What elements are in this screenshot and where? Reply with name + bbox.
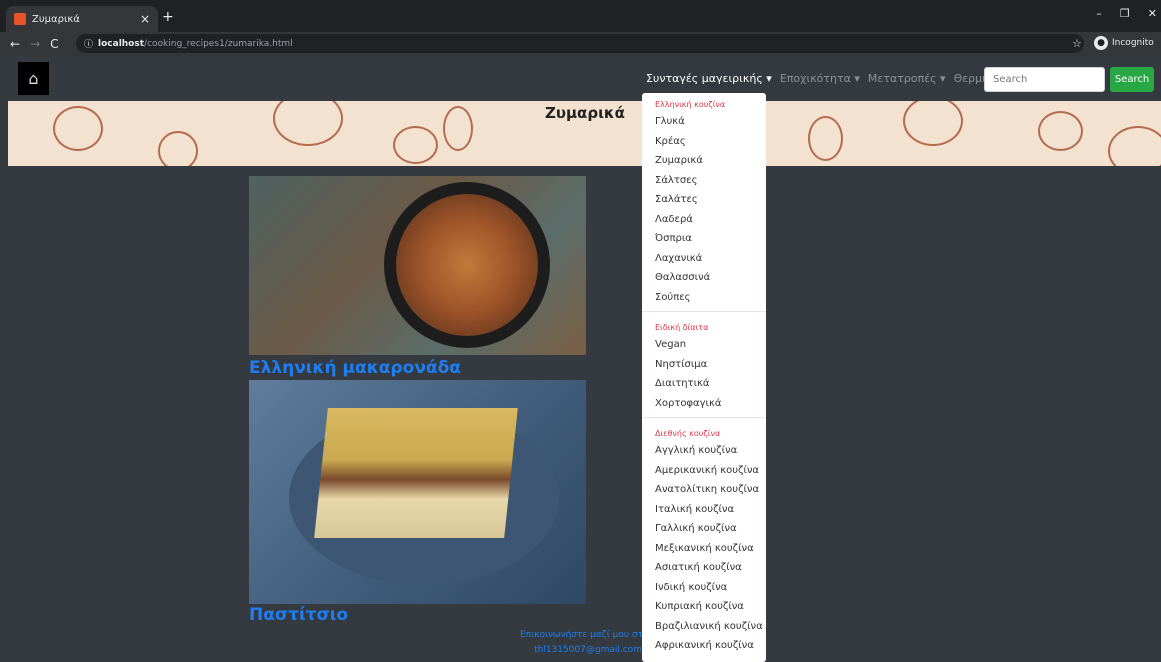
url-host: localhost [98, 38, 145, 49]
dropdown-item[interactable]: Σούπες [642, 288, 766, 308]
footer-text: Επικοινωνήστε μαζί μου στ [520, 630, 642, 640]
dropdown-item[interactable]: Γλυκά [642, 112, 766, 132]
incognito-icon: ● [1094, 36, 1108, 50]
page-title: Ζυμαρικά [545, 104, 625, 122]
dropdown-item[interactable]: Ζυμαρικά [642, 151, 766, 171]
dropdown-item[interactable]: Διαιτητικά [642, 374, 766, 394]
dropdown-item[interactable]: Αφρικανική κουζίνα [642, 636, 766, 656]
recipes-dropdown-menu: Ελληνική κουζίνα Γλυκά Κρέας Ζυμαρικά Σά… [642, 93, 766, 662]
dropdown-item[interactable]: Βραζιλιανική κουζίνα [642, 617, 766, 637]
favicon-icon [14, 13, 26, 25]
dropdown-header: Διεθνής κουζίνα [655, 429, 721, 438]
url-field[interactable]: ⓘ localhost /cooking_recipes1/zumarika.h… [76, 34, 1084, 53]
back-icon[interactable]: ← [10, 37, 20, 51]
dropdown-item[interactable]: Κυπριακή κουζίνα [642, 597, 766, 617]
close-window-button[interactable]: ✕ [1148, 7, 1157, 20]
home-icon[interactable]: ⌂ [18, 62, 49, 95]
dropdown-item[interactable]: Αμερικανική κουζίνα [642, 461, 766, 481]
dropdown-item[interactable]: Σαλάτες [642, 190, 766, 210]
dropdown-item[interactable]: Κρέας [642, 132, 766, 152]
dropdown-item[interactable]: Ανατολίτικη κουζίνα [642, 480, 766, 500]
banner-illustration [1108, 126, 1161, 166]
dropdown-item[interactable]: Όσπρια [642, 229, 766, 249]
search-input[interactable] [984, 67, 1105, 92]
dropdown-item[interactable]: Γαλλική κουζίνα [642, 519, 766, 539]
footer-email[interactable]: thl1315007@gmail.com [520, 643, 642, 658]
nav-recipes[interactable]: Συνταγές μαγειρικής ▾ [646, 72, 772, 85]
minimize-button[interactable]: – [1096, 7, 1102, 20]
dropdown-item[interactable]: Αγγλική κουζίνα [642, 441, 766, 461]
tab-bar: Ζυμαρικά × + – ❐ ✕ [0, 0, 1161, 32]
info-icon: ⓘ [84, 40, 94, 50]
banner-illustration [443, 106, 473, 151]
dropdown-item[interactable]: Χορτοφαγικά [642, 394, 766, 414]
dropdown-item[interactable]: Vegan [642, 335, 766, 355]
dropdown-item[interactable]: Λαδερά [642, 210, 766, 230]
bookmark-star-icon[interactable]: ☆ [1072, 37, 1082, 50]
banner-illustration [1038, 111, 1083, 151]
dropdown-header: Ελληνική κουζίνα [655, 100, 726, 109]
banner-illustration [53, 106, 103, 151]
page: ⌂ Συνταγές μαγειρικής ▾ Εποχικότητα ▾ Με… [0, 56, 1161, 662]
banner-illustration [903, 101, 963, 146]
close-tab-icon[interactable]: × [140, 12, 150, 26]
banner-illustration [273, 101, 343, 146]
tab-title: Ζυμαρικά [32, 13, 80, 25]
new-tab-button[interactable]: + [162, 9, 174, 25]
recipe-image-makaronada[interactable] [249, 176, 586, 355]
dropdown-header: Ειδική δίαιτα [655, 323, 709, 332]
browser-chrome: Ζυμαρικά × + – ❐ ✕ ← → C ⓘ localhost /co… [0, 0, 1161, 56]
dropdown-item[interactable]: Σάλτσες [642, 171, 766, 191]
recipe-link[interactable]: Παστίτσιο [249, 605, 348, 622]
pasta [396, 194, 538, 336]
incognito-label: Incognito [1112, 38, 1154, 48]
nav-conversions[interactable]: Μετατροπές ▾ [868, 72, 946, 85]
dropdown-item[interactable]: Μεξικανική κουζίνα [642, 539, 766, 559]
reload-icon[interactable]: C [50, 37, 58, 51]
footer-contact: Επικοινωνήστε μαζί μου στ thl1315007@gma… [520, 628, 642, 658]
incognito-badge[interactable]: ● Incognito [1094, 36, 1154, 50]
recipe-link[interactable]: Ελληνική μακαρονάδα [249, 358, 461, 378]
restore-button[interactable]: ❐ [1120, 7, 1130, 20]
pastitsio-slice [314, 408, 518, 538]
banner-illustration [808, 116, 843, 161]
dropdown-divider [642, 311, 766, 312]
url-path: /cooking_recipes1/zumarika.html [144, 38, 293, 49]
recipe-image-pastitsio[interactable] [249, 380, 586, 604]
search-button[interactable]: Search [1110, 67, 1154, 92]
dropdown-item[interactable]: Νηστίσιμα [642, 355, 766, 375]
dropdown-item[interactable]: Ασιατική κουζίνα [642, 558, 766, 578]
dropdown-item[interactable]: Ινδική κουζίνα [642, 578, 766, 598]
dropdown-item[interactable]: Θαλασσινά [642, 268, 766, 288]
banner-illustration [393, 126, 438, 164]
browser-tab[interactable]: Ζυμαρικά × [6, 6, 158, 32]
dropdown-item[interactable]: Λαχανικά [642, 249, 766, 269]
banner-illustration [158, 131, 198, 166]
nav-seasonality[interactable]: Εποχικότητα ▾ [780, 72, 860, 85]
forward-icon[interactable]: → [30, 37, 40, 51]
window-controls: – ❐ ✕ [1096, 7, 1157, 20]
dropdown-divider [642, 417, 766, 418]
top-navbar: ⌂ Συνταγές μαγειρικής ▾ Εποχικότητα ▾ Με… [0, 56, 1161, 101]
dropdown-item[interactable]: Ιταλική κουζίνα [642, 500, 766, 520]
